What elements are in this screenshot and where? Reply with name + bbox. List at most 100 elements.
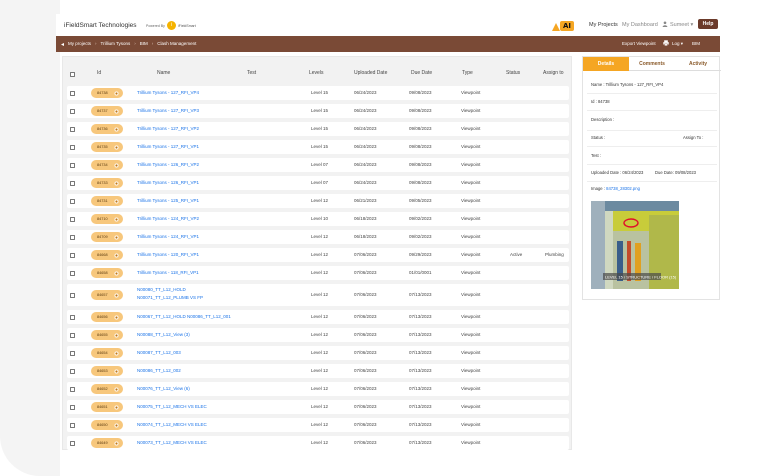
nav-my-projects[interactable]: My Projects (589, 22, 618, 28)
user-menu[interactable]: Sumeet ▾ (670, 22, 693, 28)
table-row[interactable]: 84652 N00076_TT_L12_View (6) Level 12 07/06… (67, 382, 569, 396)
table-row[interactable]: 84657 N00080_TT_L12_HOLD N00071_TT_L12_PLU… (67, 284, 569, 306)
row-name[interactable]: Trillium Tysons - 120_RFI_VP1 (137, 252, 199, 257)
table-row[interactable]: 84731 Trillium Tysons - 125_RFI_VP1 Level … (67, 194, 569, 208)
row-checkbox[interactable] (70, 422, 75, 428)
id-badge[interactable]: 84734 (91, 160, 123, 170)
table-row[interactable]: 84709 Trillium Tysons - 124_RFI_VP1 Level … (67, 230, 569, 244)
print-icon[interactable] (663, 40, 669, 46)
export-viewpoint-button[interactable]: Export Viewpoint (622, 41, 656, 46)
table-row[interactable]: 84734 Trillium Tysons - 126_RFI_VP2 Level … (67, 158, 569, 172)
row-name[interactable]: N00074_TT_L12_MECH VS ELEC (137, 422, 207, 427)
column-header-name[interactable]: Name (157, 70, 170, 76)
row-name[interactable]: Trillium Tysons - 126_RFI_VP1 (137, 180, 199, 185)
row-name[interactable]: N00076_TT_L12_View (6) (137, 386, 190, 391)
column-header-due-date[interactable]: Due Date (411, 70, 432, 76)
row-checkbox[interactable] (70, 252, 75, 258)
column-header-levels[interactable]: Levels (309, 70, 323, 76)
row-checkbox[interactable] (70, 180, 75, 186)
column-header-status[interactable]: Status (506, 70, 520, 76)
row-name[interactable]: Trillium Tysons - 126_RFI_VP2 (137, 162, 199, 167)
id-badge[interactable]: 84737 (91, 106, 123, 116)
id-badge[interactable]: 84653 (91, 366, 123, 376)
row-name[interactable]: Trillium Tysons - 127_RFI_VP4 (137, 90, 199, 95)
id-badge[interactable]: 84656 (91, 312, 123, 322)
tab-details[interactable]: Details (583, 57, 629, 71)
row-name[interactable]: Trillium Tysons - 124_RFI_VP2 (137, 216, 199, 221)
id-badge[interactable]: 84710 (91, 214, 123, 224)
home-icon[interactable]: ◂ (61, 41, 64, 48)
row-checkbox[interactable] (70, 292, 75, 298)
table-row[interactable]: 84735 Trillium Tysons - 127_RFI_VP1 Level … (67, 140, 569, 154)
row-name[interactable]: N00075_TT_L12_MECH VS ELEC (137, 404, 207, 409)
row-checkbox[interactable] (70, 144, 75, 150)
row-name[interactable]: N00088_TT_L12_View (3) (137, 332, 190, 337)
table-row[interactable]: 84649 N00073_TT_L12_MECH VS ELEC Level 12 0… (67, 436, 569, 450)
table-row[interactable]: 84737 Trillium Tysons - 127_RFI_VP3 Level … (67, 104, 569, 118)
row-checkbox[interactable] (70, 198, 75, 204)
row-checkbox[interactable] (70, 108, 75, 114)
row-name[interactable]: Trillium Tysons - 127_RFI_VP1 (137, 144, 199, 149)
table-row[interactable]: 84650 N00074_TT_L12_MECH VS ELEC Level 12 0… (67, 418, 569, 432)
id-badge[interactable]: 84649 (91, 438, 123, 448)
row-checkbox[interactable] (70, 386, 75, 392)
table-row[interactable]: 84733 Trillium Tysons - 126_RFI_VP1 Level … (67, 176, 569, 190)
row-name[interactable]: Trillium Tysons - 124_RFI_VP1 (137, 234, 199, 239)
tab-activity[interactable]: Activity (675, 57, 721, 71)
table-row[interactable]: 84668 Trillium Tysons - 120_RFI_VP1 Level … (67, 248, 569, 262)
id-badge[interactable]: 84738 (91, 88, 123, 98)
row-checkbox[interactable] (70, 404, 75, 410)
row-name-line2[interactable]: N00071_TT_L12_PLUMB VS FP (137, 295, 203, 300)
row-name[interactable]: N00073_TT_L12_MECH VS ELEC (137, 440, 207, 445)
table-row[interactable]: 84738 Trillium Tysons - 127_RFI_VP4 Level … (67, 86, 569, 100)
breadcrumb-project[interactable]: Trillium Tysons (101, 41, 131, 46)
bim-button[interactable]: BIM (692, 41, 700, 46)
table-row[interactable]: 84710 Trillium Tysons - 124_RFI_VP2 Level … (67, 212, 569, 226)
id-badge[interactable]: 84658 (91, 268, 123, 278)
id-badge[interactable]: 84655 (91, 330, 123, 340)
id-badge[interactable]: 84652 (91, 384, 123, 394)
clash-preview-image[interactable]: LEVEL 15 / STRUCTURE / FLOOR (15) (591, 201, 679, 289)
tab-comments[interactable]: Comments (629, 57, 675, 71)
table-row[interactable]: 84656 N00067_TT_L12_HOLD N00086_TT_L12_00… (67, 310, 569, 324)
row-name[interactable]: N00067_TT_L12_HOLD N00086_TT_L12_001 (137, 314, 231, 319)
row-name[interactable]: N00087_TT_L12_003 (137, 350, 181, 355)
id-badge[interactable]: 84651 (91, 402, 123, 412)
id-badge[interactable]: 84735 (91, 142, 123, 152)
row-checkbox[interactable] (70, 216, 75, 222)
row-name[interactable]: N00080_TT_L12_HOLD (137, 287, 186, 292)
table-row[interactable]: 84658 Trillium Tysons - 118_RFI_VP1 Level … (67, 266, 569, 280)
id-badge[interactable]: 84733 (91, 178, 123, 188)
column-header-id[interactable]: Id (97, 70, 101, 76)
id-badge[interactable]: 84668 (91, 250, 123, 260)
table-row[interactable]: 84653 N00086_TT_L12_002 Level 12 07/06/2023… (67, 364, 569, 378)
row-checkbox[interactable] (70, 270, 75, 276)
row-checkbox[interactable] (70, 350, 75, 356)
row-checkbox[interactable] (70, 90, 75, 96)
id-badge[interactable]: 84657 (91, 290, 123, 300)
row-name[interactable]: Trillium Tysons - 127_RFI_VP2 (137, 126, 199, 131)
detail-image-link[interactable]: 84738_28302.png (606, 186, 640, 191)
table-row[interactable]: 84651 N00075_TT_L12_MECH VS ELEC Level 12 0… (67, 400, 569, 414)
column-header-assign-to[interactable]: Assign to (543, 70, 564, 76)
breadcrumb-bim[interactable]: BIM (140, 41, 148, 46)
log-menu[interactable]: Log ▾ (672, 41, 683, 47)
row-checkbox[interactable] (70, 162, 75, 168)
row-name[interactable]: N00086_TT_L12_002 (137, 368, 181, 373)
help-button[interactable]: Help (698, 19, 718, 29)
column-header-type[interactable]: Type (462, 70, 473, 76)
row-name[interactable]: Trillium Tysons - 125_RFI_VP1 (137, 198, 199, 203)
row-checkbox[interactable] (70, 126, 75, 132)
id-badge[interactable]: 84654 (91, 348, 123, 358)
id-badge[interactable]: 84709 (91, 232, 123, 242)
id-badge[interactable]: 84736 (91, 124, 123, 134)
row-checkbox[interactable] (70, 440, 75, 446)
row-checkbox[interactable] (70, 234, 75, 240)
nav-my-dashboard[interactable]: My Dashboard (622, 22, 658, 28)
table-row[interactable]: 84654 N00087_TT_L12_003 Level 12 07/06/2023… (67, 346, 569, 360)
id-badge[interactable]: 84731 (91, 196, 123, 206)
column-header-uploaded-date[interactable]: Uploaded Date (354, 70, 387, 76)
select-all-checkbox[interactable] (70, 72, 75, 77)
table-row[interactable]: 84736 Trillium Tysons - 127_RFI_VP2 Level … (67, 122, 569, 136)
breadcrumb-my-projects[interactable]: My projects (68, 41, 91, 46)
